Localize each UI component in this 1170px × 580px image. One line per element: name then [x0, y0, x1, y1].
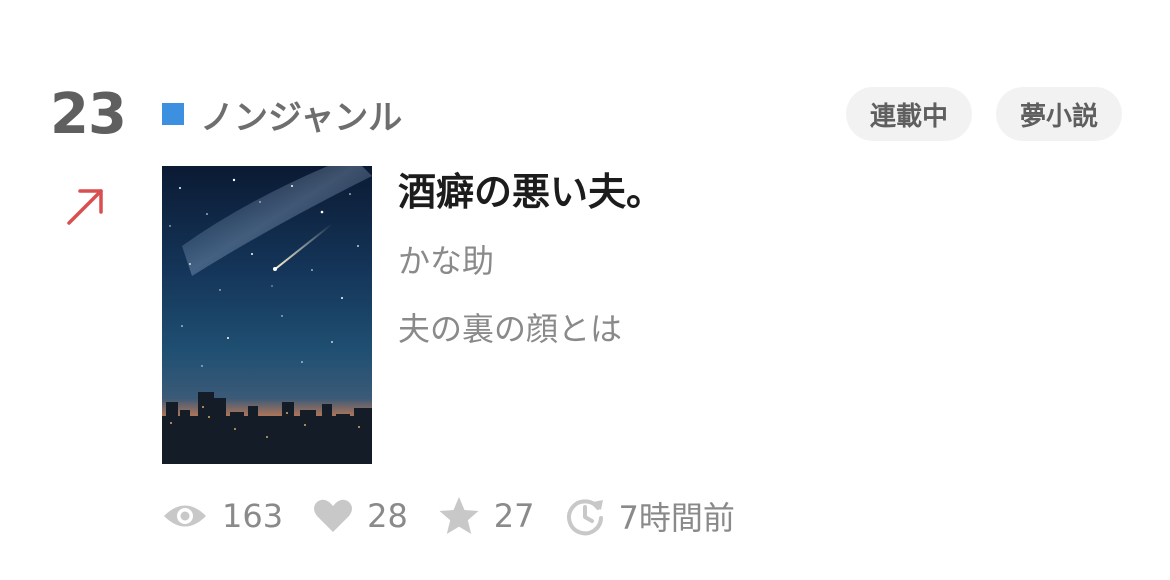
stats-row: 163 28 27 7時間前: [162, 490, 765, 542]
tag-serializing[interactable]: 連載中: [845, 87, 972, 141]
rank-number: 23: [50, 82, 127, 147]
likes-count: 28: [367, 497, 408, 535]
genre[interactable]: ノンジャンル: [162, 88, 402, 140]
book-title[interactable]: 酒癖の悪い夫。: [398, 166, 664, 218]
book-cover-image[interactable]: [162, 166, 372, 464]
tag-dream-novel[interactable]: 夢小説: [995, 87, 1122, 141]
updated-stat: 7時間前: [565, 493, 735, 539]
heart-icon: [314, 499, 353, 532]
genre-label: ノンジャンル: [200, 97, 403, 138]
stars-stat: 27: [438, 496, 535, 536]
tag-list: 連載中 夢小説: [845, 87, 1122, 141]
views-count: 163: [222, 497, 284, 535]
views-stat: 163: [162, 497, 283, 535]
book-summary: 夫の裏の顔とは: [398, 310, 623, 348]
star-icon: [439, 497, 479, 534]
clock-refresh-icon: [566, 499, 603, 536]
book-author[interactable]: かな助: [398, 238, 494, 284]
updated-time: 7時間前: [618, 499, 735, 537]
ranking-card[interactable]: 23 ノンジャンル 連載中 夢小説 酒癖の悪い夫。 かな助 夫の裏の顔とは 16…: [0, 0, 1170, 580]
arrow-up-right-icon: [67, 189, 103, 225]
genre-color-square: [162, 103, 184, 125]
stars-count: 27: [493, 497, 535, 535]
likes-stat: 28: [313, 497, 408, 535]
eye-icon: [164, 505, 206, 527]
